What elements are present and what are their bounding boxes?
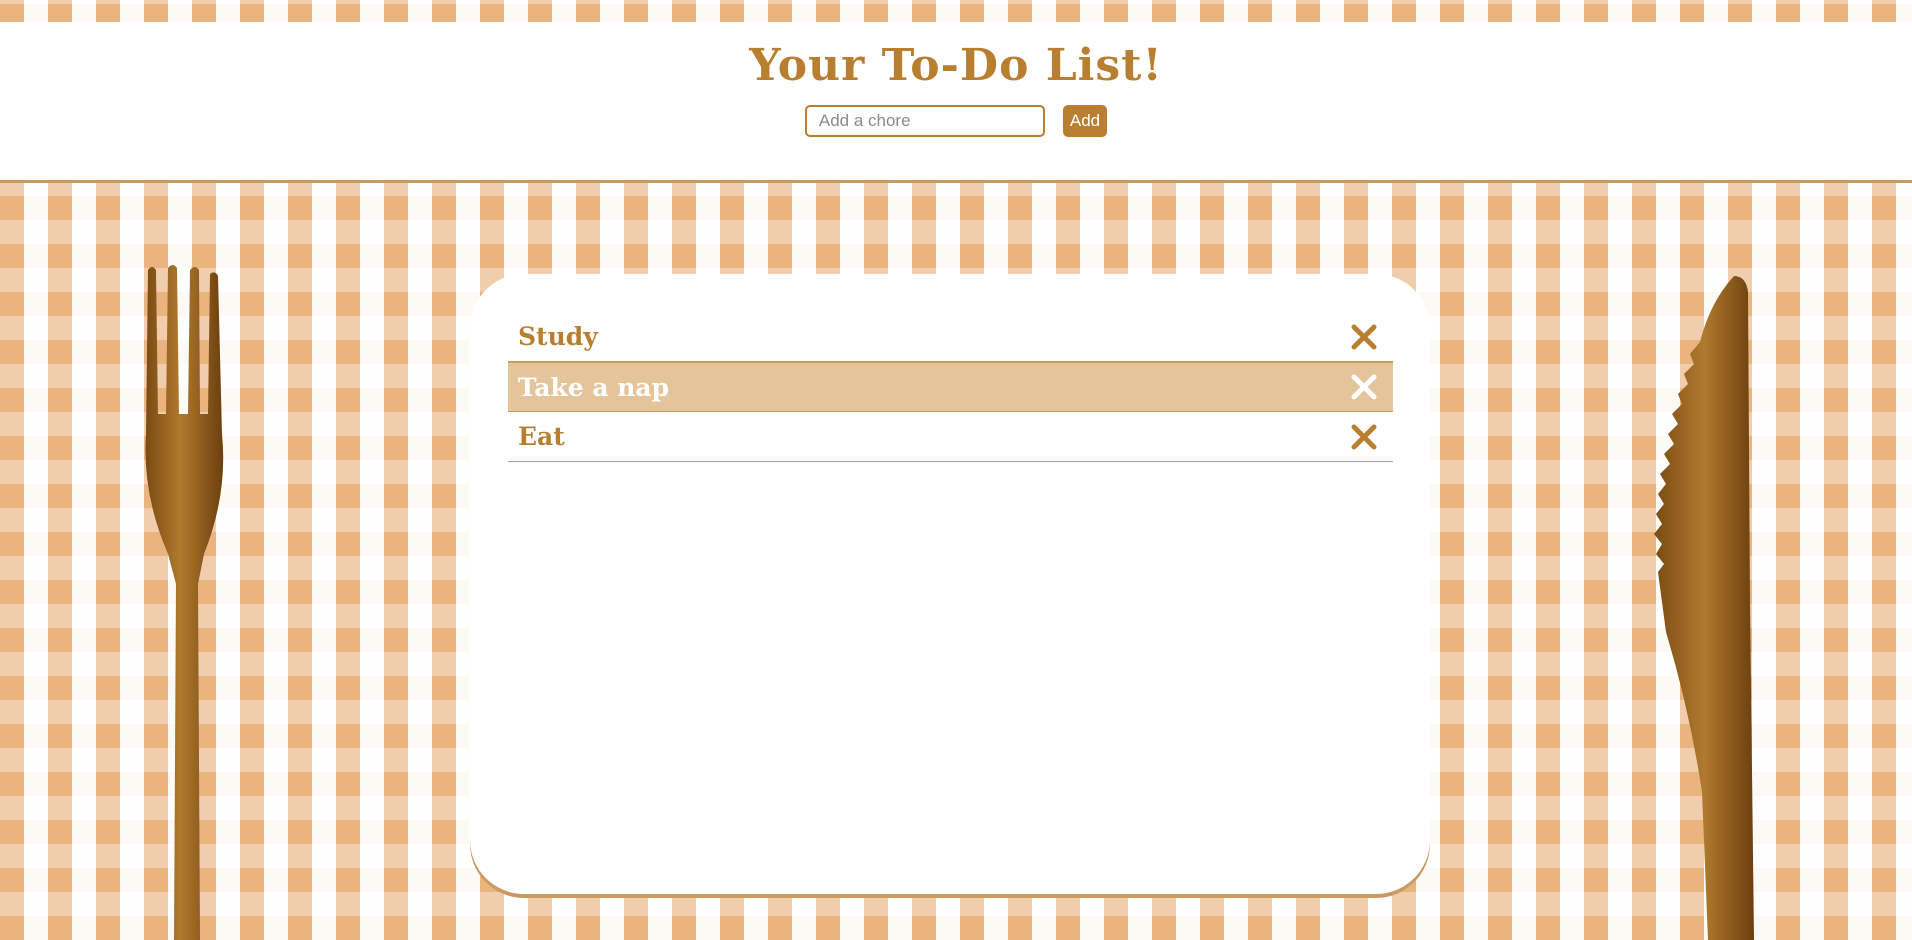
todo-item-label: Take a nap	[518, 372, 670, 402]
todo-list: Study Take a nap Eat	[508, 312, 1393, 462]
todo-item-label: Eat	[518, 422, 565, 451]
close-icon	[1351, 424, 1377, 449]
delete-button[interactable]	[1347, 420, 1381, 454]
todo-plate: Study Take a nap Eat	[470, 274, 1430, 894]
todo-item[interactable]: Eat	[508, 412, 1393, 462]
add-button[interactable]: Add	[1062, 105, 1108, 137]
delete-button[interactable]	[1347, 370, 1381, 404]
close-icon	[1351, 374, 1377, 400]
fork-image	[145, 265, 224, 940]
todo-item[interactable]: Study	[508, 312, 1393, 362]
delete-button[interactable]	[1347, 320, 1381, 354]
todo-item-label: Study	[518, 322, 598, 351]
add-chore-form: Add	[0, 105, 1912, 137]
page-title: Your To-Do List!	[749, 40, 1163, 91]
close-icon	[1351, 324, 1377, 349]
todo-item[interactable]: Take a nap	[508, 362, 1393, 412]
chore-input[interactable]	[804, 105, 1045, 137]
knife-image	[1654, 276, 1754, 940]
page-header: Your To-Do List! Add	[0, 22, 1912, 183]
